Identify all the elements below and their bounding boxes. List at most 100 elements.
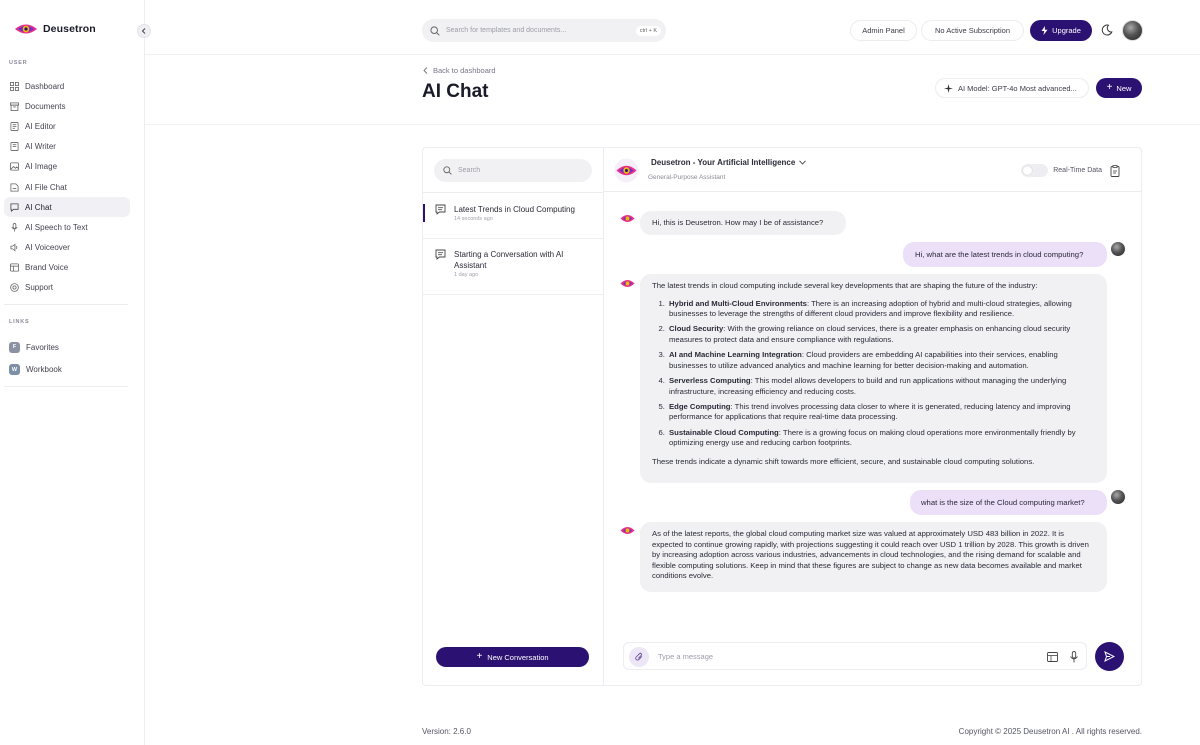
sidebar-item-label: AI Speech to Text <box>25 222 88 232</box>
list-item: Hybrid and Multi-Cloud Environments: The… <box>667 299 1095 320</box>
assistant-selector[interactable]: Deusetron - Your Artificial Intelligence <box>651 158 807 167</box>
sidebar-divider <box>4 386 128 387</box>
editor-icon <box>10 122 19 131</box>
sidebar-item-ai-file-chat[interactable]: AI File Chat <box>4 177 130 197</box>
message-paragraph: These trends indicate a dynamic shift to… <box>652 456 1035 466</box>
attach-button[interactable] <box>629 647 649 667</box>
sidebar-item-ai-speech-to-text[interactable]: AI Speech to Text <box>4 217 130 237</box>
app-version: Version: 2.6.0 <box>422 727 471 736</box>
conversation-item[interactable]: Starting a Conversation with AI Assistan… <box>423 249 604 278</box>
subscription-button[interactable]: No Active Subscription <box>921 20 1024 41</box>
sidebar-item-ai-editor[interactable]: AI Editor <box>4 116 130 136</box>
documents-icon <box>10 102 19 111</box>
back-to-dashboard-link[interactable]: Back to dashboard <box>423 66 496 75</box>
logo[interactable]: Deusetron <box>14 22 96 36</box>
new-chat-button[interactable]: + New <box>1096 78 1142 98</box>
sidebar-item-documents[interactable]: Documents <box>4 96 130 116</box>
sidebar-item-label: AI Chat <box>25 202 52 212</box>
user-avatar[interactable] <box>1122 20 1143 41</box>
microphone-icon <box>11 222 18 232</box>
section-label-user: USER <box>9 60 28 66</box>
header-divider <box>145 124 1200 125</box>
user-avatar <box>1111 490 1125 504</box>
sidebar-item-label: Documents <box>25 101 66 111</box>
sidebar-item-dashboard[interactable]: Dashboard <box>4 76 130 96</box>
new-conversation-label: New Conversation <box>487 652 549 662</box>
bot-message: The latest trends in cloud computing inc… <box>640 274 1107 483</box>
list-item-title: Edge Computing <box>669 401 731 411</box>
sidebar-item-label: AI Editor <box>25 121 56 131</box>
realtime-data-control: Real-Time Data <box>1021 164 1121 177</box>
sidebar-item-ai-voiceover[interactable]: AI Voiceover <box>4 238 130 258</box>
writer-icon <box>10 142 19 152</box>
lightning-icon <box>1041 26 1048 35</box>
send-button[interactable] <box>1095 642 1124 671</box>
search-shortcut-hint: ctrl + K <box>635 25 661 36</box>
plus-icon: + <box>476 651 483 662</box>
assistant-name: Deusetron - Your Artificial Intelligence <box>651 158 796 167</box>
chat-header: Deusetron - Your Artificial Intelligence… <box>604 148 1141 192</box>
chat-icon <box>435 204 446 215</box>
user-message: what is the size of the Cloud computing … <box>910 490 1107 515</box>
sidebar-item-brand-voice[interactable]: Brand Voice <box>4 258 130 278</box>
chevron-down-icon <box>799 160 807 165</box>
upgrade-button[interactable]: Upgrade <box>1030 20 1092 41</box>
sidebar-item-label: AI File Chat <box>25 182 67 192</box>
ai-model-selector[interactable]: AI Model: GPT-4o Most advanced... <box>935 78 1089 98</box>
conversation-time: 14 seconds ago <box>454 216 493 222</box>
dark-mode-toggle-icon[interactable] <box>1101 24 1113 36</box>
message-input[interactable]: Type a message <box>658 652 713 661</box>
chat-icon <box>10 203 19 212</box>
page-title: AI Chat <box>422 81 489 102</box>
conversation-search-input[interactable]: Search <box>434 159 592 182</box>
sidebar-link-favorites[interactable]: F Favorites <box>4 336 130 359</box>
conversation-time: 1 day ago <box>454 272 479 278</box>
sidebar-links: F Favorites W Workbook <box>4 336 130 381</box>
list-item: Serverless Computing: This model allows … <box>667 376 1095 397</box>
realtime-data-toggle[interactable] <box>1021 164 1049 177</box>
sidebar: Deusetron USER Dashboard Documents AI Ed… <box>0 0 151 745</box>
export-document-icon[interactable] <box>1110 164 1121 177</box>
new-conversation-button[interactable]: + New Conversation <box>436 647 589 667</box>
plus-icon: + <box>1106 82 1113 93</box>
sidebar-item-ai-image[interactable]: AI Image <box>4 157 130 177</box>
trends-list: Hybrid and Multi-Cloud Environments: The… <box>652 299 1095 449</box>
bot-message: Hi, this is Deusetron. How may I be of a… <box>640 211 846 235</box>
sparkle-icon <box>944 83 953 93</box>
upgrade-label: Upgrade <box>1052 26 1081 35</box>
conversation-title: Latest Trends in Cloud Computing <box>454 205 575 214</box>
topbar: Search for templates and documents... ct… <box>145 0 1200 55</box>
global-search-input[interactable]: Search for templates and documents... ct… <box>422 19 666 42</box>
support-icon <box>10 283 19 293</box>
divider <box>423 238 604 239</box>
divider <box>423 294 604 295</box>
admin-panel-button[interactable]: Admin Panel <box>850 20 917 41</box>
sidebar-link-label: Favorites <box>26 342 59 352</box>
bot-avatar-icon <box>620 527 635 534</box>
chat-card: Search Latest Trends in Cloud Computing … <box>422 147 1142 686</box>
list-item-text: : With the growing reliance on cloud ser… <box>669 324 1071 344</box>
conversation-search-placeholder: Search <box>458 167 481 174</box>
sidebar-item-label: Dashboard <box>25 81 65 91</box>
sidebar-item-ai-chat[interactable]: AI Chat <box>4 197 130 218</box>
dashboard-icon <box>10 81 19 91</box>
prompt-library-icon[interactable] <box>1047 652 1058 662</box>
speaker-icon <box>10 243 18 252</box>
list-item-title: AI and Machine Learning Integration <box>669 350 802 360</box>
sidebar-item-ai-writer[interactable]: AI Writer <box>4 137 130 157</box>
sidebar-link-workbook[interactable]: W Workbook <box>4 359 130 382</box>
list-item-title: Sustainable Cloud Computing <box>669 427 779 437</box>
back-link-label: Back to dashboard <box>433 66 496 75</box>
app-name: Deusetron <box>43 23 96 35</box>
microphone-icon[interactable] <box>1069 651 1079 663</box>
bot-avatar-icon <box>620 280 635 287</box>
sidebar-item-support[interactable]: Support <box>4 278 130 298</box>
user-message: Hi, what are the latest trends in cloud … <box>903 242 1107 267</box>
message-paragraph: The latest trends in cloud computing inc… <box>652 281 1038 290</box>
search-icon <box>430 25 440 36</box>
sidebar-item-label: Brand Voice <box>25 263 69 273</box>
sidebar-divider <box>4 304 128 305</box>
list-item: AI and Machine Learning Integration: Clo… <box>667 350 1095 371</box>
conversation-item[interactable]: Latest Trends in Cloud Computing 14 seco… <box>423 204 604 222</box>
bot-avatar-icon <box>620 215 635 222</box>
